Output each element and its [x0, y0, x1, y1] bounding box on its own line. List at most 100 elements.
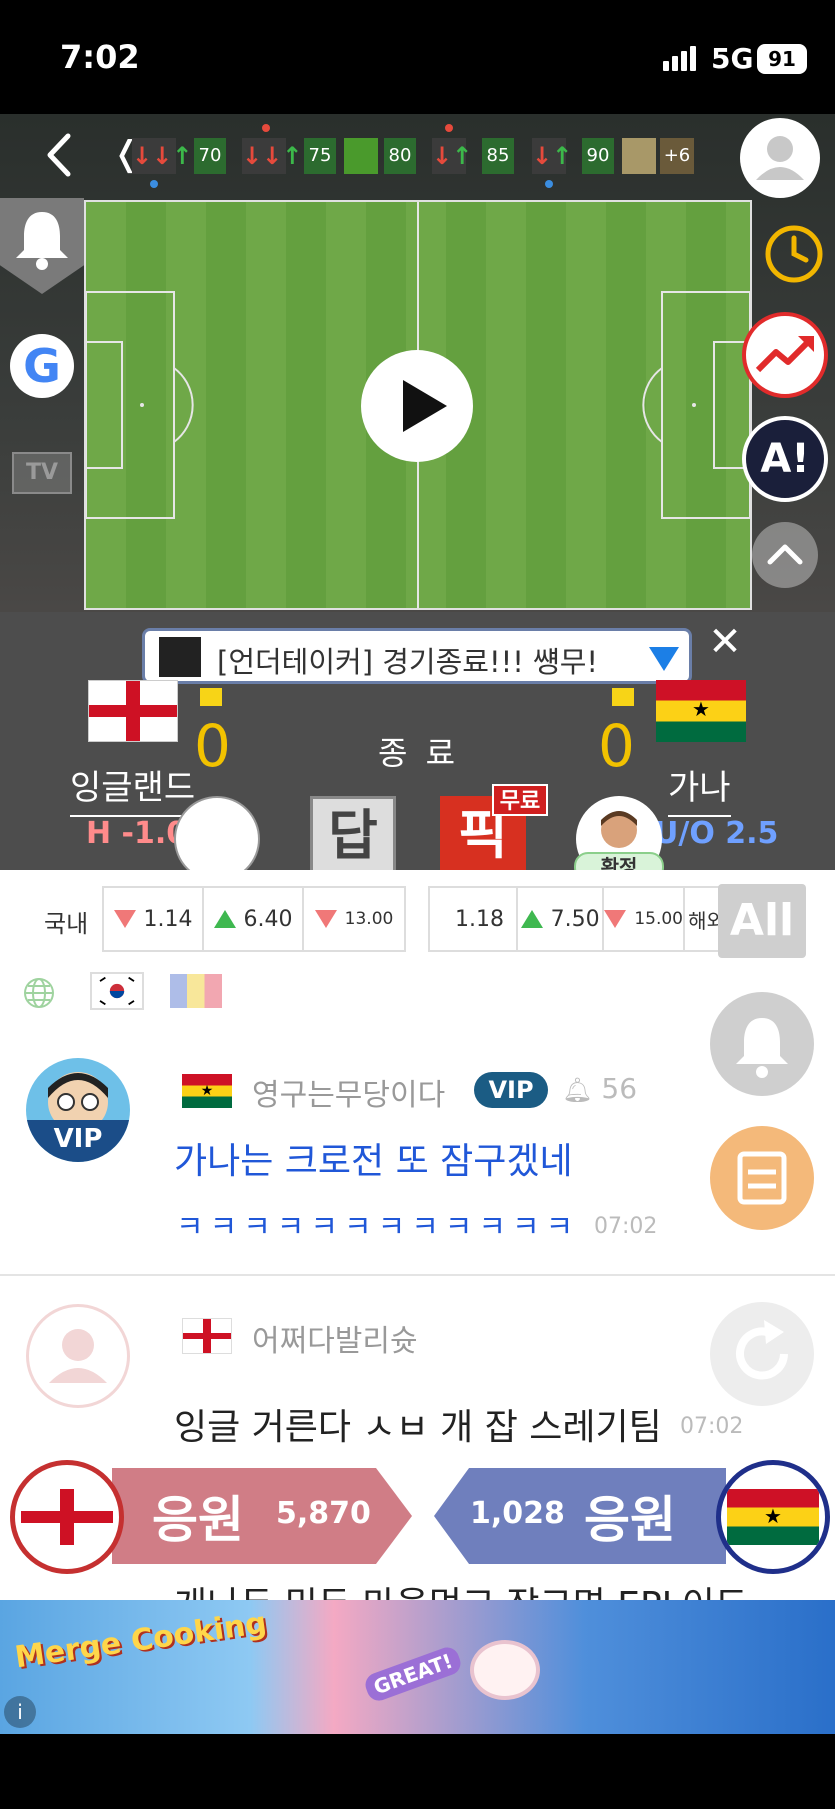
- google-icon[interactable]: G: [10, 334, 74, 398]
- language-flag-button[interactable]: [170, 974, 222, 1008]
- answer-button[interactable]: 답: [310, 796, 396, 876]
- match-status: 종 료: [378, 734, 460, 772]
- handicap-line: H -1.0: [86, 816, 188, 851]
- refresh-icon[interactable]: [710, 1302, 814, 1406]
- like-count-value: 56: [601, 1072, 638, 1105]
- away-support-flag[interactable]: ★: [716, 1460, 830, 1574]
- bell-icon[interactable]: [710, 992, 814, 1096]
- signal-icon: [663, 46, 699, 71]
- like-count: 🔔︎ 56: [562, 1072, 637, 1105]
- down-arrow-icon: [604, 910, 627, 928]
- away-support-button[interactable]: 1,028 응원: [434, 1468, 726, 1564]
- battery-icon: 91: [757, 44, 807, 74]
- chat-message: ㅋㅋㅋㅋㅋㅋㅋㅋㅋㅋㅋㅋ: [176, 1210, 580, 1245]
- odds-cell[interactable]: 6.40: [204, 888, 304, 950]
- network-label: 5G: [711, 42, 754, 75]
- user-avatar[interactable]: VIP: [26, 1058, 130, 1162]
- notice-banner[interactable]: [언더테이커] 경기종료!!! 썡무!: [142, 628, 692, 684]
- england-flag-icon: [182, 1318, 232, 1354]
- timeline-dot: [545, 180, 553, 188]
- clock-icon[interactable]: [756, 216, 832, 292]
- chat-username[interactable]: 영구는무당이다: [252, 1070, 445, 1114]
- odds-value: 1.18: [455, 906, 504, 932]
- notice-avatar: [159, 637, 201, 677]
- bell-small-icon: 🔔︎: [562, 1076, 593, 1104]
- down-arrow-icon: [113, 910, 136, 928]
- timeline-minute: 90: [582, 138, 614, 174]
- free-badge: 무료: [492, 784, 548, 816]
- timeline-more[interactable]: +6: [660, 138, 694, 174]
- odds-cell[interactable]: 13.00: [304, 888, 404, 950]
- tv-button[interactable]: TV: [12, 452, 72, 494]
- timeline-dot: [445, 124, 453, 132]
- home-support-button[interactable]: 응원 5,870: [112, 1468, 412, 1564]
- status-bar: 7:02 5G 91: [0, 0, 835, 114]
- timeline-minute: 80: [384, 138, 416, 174]
- scroll-up-button[interactable]: [752, 522, 818, 588]
- chat-message: 가나는 크로전 또 잠구겠네: [174, 1141, 573, 1182]
- info-icon[interactable]: i: [4, 1696, 36, 1728]
- support-label: 응원: [584, 1491, 676, 1549]
- timeline-dot: [262, 124, 270, 132]
- ghana-flag-icon: ★: [727, 1489, 819, 1545]
- back-button[interactable]: [40, 130, 80, 180]
- close-icon[interactable]: ✕: [706, 622, 744, 662]
- odds-cell[interactable]: 15.00: [604, 888, 685, 950]
- chat-divider: [0, 1274, 835, 1276]
- yellow-card-icon: [200, 688, 222, 706]
- odds-cell[interactable]: 1.14: [104, 888, 204, 950]
- timeline-minute: 70: [194, 138, 226, 174]
- odds-value: 7.50: [550, 906, 600, 932]
- card-icon: [622, 138, 656, 174]
- away-team-name: 가나: [668, 760, 731, 817]
- home-indicator-area: [0, 1734, 835, 1809]
- away-team-flag: ★: [656, 680, 746, 742]
- support-count: 5,870: [276, 1496, 371, 1531]
- ad-badge: GREAT!: [362, 1644, 464, 1704]
- notice-text: [언더테이커] 경기종료!!! 썡무!: [217, 645, 599, 679]
- home-team-flag: [88, 680, 178, 742]
- odds-value: 15.00: [634, 909, 683, 929]
- home-team-name: 잉글랜드: [70, 760, 196, 817]
- ghana-flag-icon: ★: [182, 1074, 232, 1108]
- avatar-vip-tag: VIP: [26, 1120, 130, 1162]
- card-icon: [344, 138, 378, 174]
- substitution-icon: ↓↓↑: [132, 138, 192, 174]
- odds-value: 1.14: [143, 906, 193, 932]
- up-arrow-icon: [520, 910, 543, 928]
- home-support-flag[interactable]: [10, 1460, 124, 1574]
- support-count: 1,028: [470, 1496, 565, 1531]
- chat-timestamp: 07:02: [680, 1414, 744, 1439]
- timeline-start-icon: ❬: [112, 134, 141, 174]
- status-time: 7:02: [60, 38, 140, 76]
- down-arrow-icon: [314, 910, 337, 928]
- chat-username[interactable]: 어쩌다발리슛: [252, 1316, 418, 1360]
- substitution-icon: ↓↑: [532, 138, 572, 174]
- list-icon[interactable]: [710, 1126, 814, 1230]
- substitution-icon: ↓↓↑: [242, 138, 302, 174]
- korea-flag-button[interactable]: [90, 972, 144, 1010]
- support-label: 응원: [152, 1491, 244, 1549]
- chat-message: 잉글 거른다 ㅅㅂ 개 잡 스레기팀: [174, 1407, 662, 1448]
- play-button[interactable]: [361, 350, 473, 462]
- all-button[interactable]: All: [718, 884, 806, 958]
- globe-icon[interactable]: [22, 976, 56, 1010]
- chevron-down-icon[interactable]: [647, 643, 681, 673]
- up-arrow-icon: [213, 910, 236, 928]
- chat-timestamp: 07:02: [594, 1214, 658, 1239]
- user-avatar[interactable]: [26, 1304, 130, 1408]
- odds-value: 13.00: [344, 909, 394, 929]
- profile-button[interactable]: [740, 118, 820, 198]
- odds-value: 6.40: [243, 906, 293, 932]
- england-flag-icon: [21, 1489, 113, 1545]
- odds-cell[interactable]: 1.18: [430, 888, 518, 950]
- timeline-dot: [150, 180, 158, 188]
- trend-chart-button[interactable]: [742, 312, 828, 398]
- ai-button[interactable]: A!: [742, 416, 828, 502]
- ad-banner[interactable]: Merge Cooking GREAT! i: [0, 1600, 835, 1734]
- odds-group-overseas: 1.18 7.50 15.00 해외: [428, 886, 730, 952]
- timeline-minute: 85: [482, 138, 514, 174]
- home-score: 0: [194, 712, 231, 780]
- vip-badge: VIP: [474, 1072, 548, 1108]
- odds-cell[interactable]: 7.50: [518, 888, 605, 950]
